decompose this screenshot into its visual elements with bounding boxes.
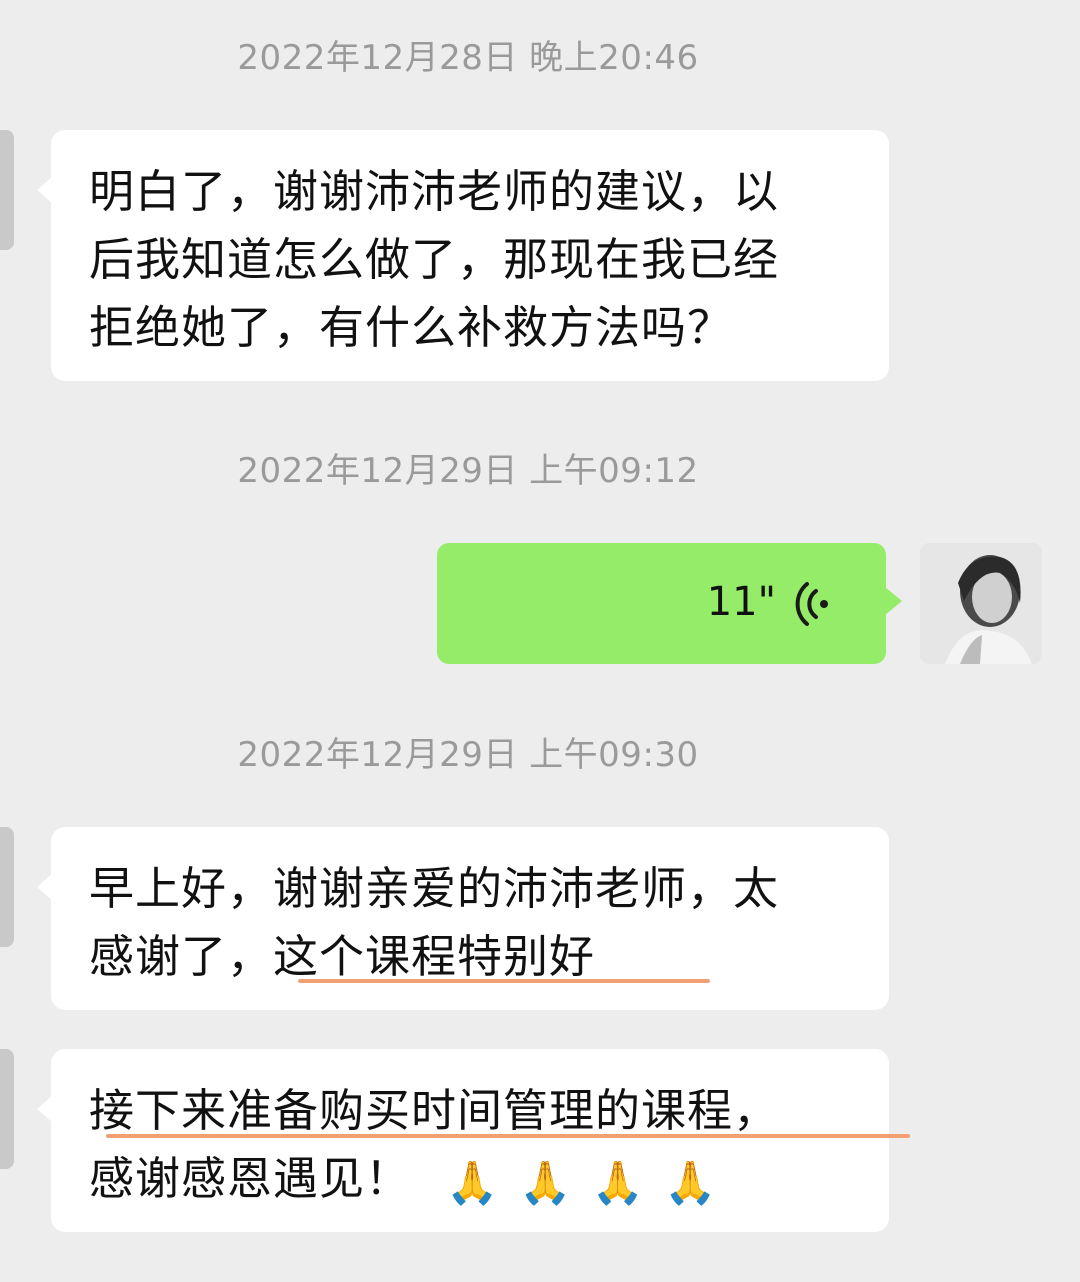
message-line-text: 感谢感恩遇见！ (89, 1152, 412, 1205)
pray-icon: 🙏 (591, 1158, 645, 1207)
message-line: 明白了，谢谢沛沛老师的建议，以 (89, 165, 780, 218)
voice-duration: 11" (706, 579, 776, 625)
timestamp: 2022年12月28日 晚上20:46 (237, 38, 699, 78)
avatar-portrait (920, 543, 1042, 664)
emoji-group: 🙏 🙏 🙏 🙏 (446, 1148, 721, 1216)
voice-message-bubble[interactable]: 11" (437, 543, 902, 664)
timestamp: 2022年12月29日 上午09:12 (237, 451, 699, 491)
message-line: 早上好，谢谢亲爱的沛沛老师，太 (89, 862, 780, 915)
voice-wave-icon (795, 582, 828, 626)
message-bubble-received[interactable]: 接下来准备购买时间管理的课程， 感谢感恩遇见！ 🙏 🙏 🙏 🙏 (37, 1049, 889, 1232)
timestamp: 2022年12月29日 上午09:30 (237, 735, 699, 775)
message-line: 拒绝她了，有什么补救方法吗？ (89, 301, 734, 354)
message-line: 感谢感恩遇见！ 🙏 🙏 🙏 🙏 (89, 1145, 889, 1216)
highlight-underline (298, 979, 710, 983)
highlight-underline (106, 1134, 910, 1138)
user-avatar[interactable] (920, 543, 1042, 664)
avatar[interactable] (0, 827, 14, 947)
pray-icon: 🙏 (446, 1158, 500, 1207)
avatar[interactable] (0, 130, 14, 250)
pray-icon: 🙏 (664, 1158, 718, 1207)
avatar[interactable] (0, 1049, 14, 1169)
pray-icon: 🙏 (518, 1158, 573, 1207)
message-line: 后我知道怎么做了，那现在我已经 (89, 233, 780, 286)
message-bubble-received[interactable]: 明白了，谢谢沛沛老师的建议，以 后我知道怎么做了，那现在我已经 拒绝她了，有什么… (37, 130, 889, 381)
